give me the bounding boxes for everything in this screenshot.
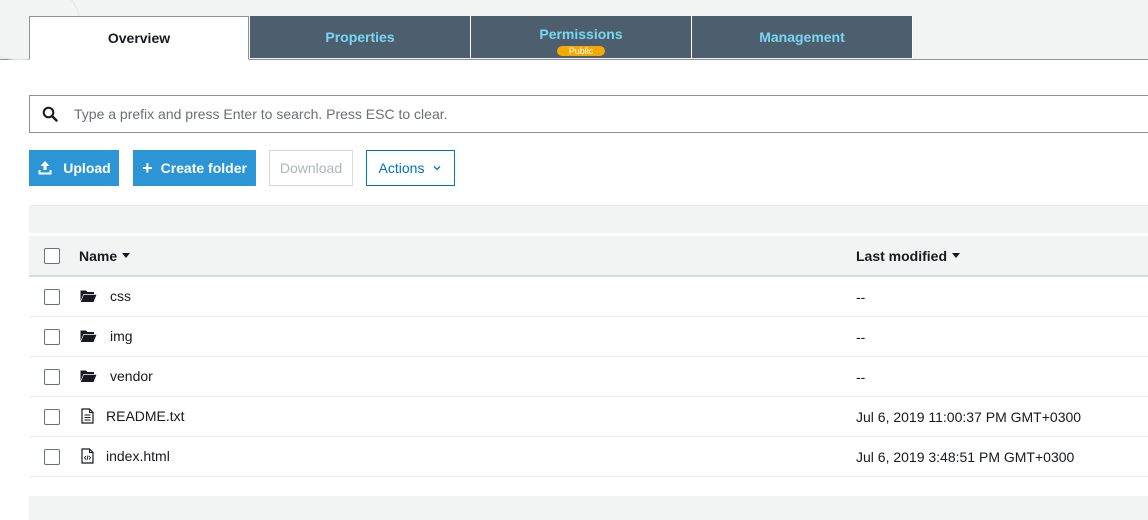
folder-icon — [80, 290, 97, 302]
last-modified-value: -- — [856, 369, 866, 385]
tab-management[interactable]: Management — [692, 16, 913, 58]
tab-management-label: Management — [759, 29, 845, 45]
row-checkbox[interactable] — [44, 409, 60, 425]
code-file-icon — [81, 448, 94, 464]
actions-label: Actions — [378, 160, 425, 176]
text-file-icon — [81, 408, 94, 424]
select-all-checkbox[interactable] — [44, 248, 60, 264]
search-input[interactable] — [74, 106, 1148, 122]
row-checkbox[interactable] — [44, 449, 60, 465]
sort-caret-icon — [122, 253, 131, 258]
objects-table: Name Last modified css -- img -- vendor … — [29, 236, 1148, 477]
last-modified-value: Jul 6, 2019 3:48:51 PM GMT+0300 — [856, 449, 1075, 465]
table-header: Name Last modified — [29, 236, 1148, 277]
download-label: Download — [279, 160, 343, 176]
table-row: css -- — [29, 277, 1148, 317]
row-checkbox[interactable] — [44, 369, 60, 385]
row-checkbox[interactable] — [44, 289, 60, 305]
tab-overview-label: Overview — [107, 30, 171, 46]
last-modified-value: -- — [856, 329, 866, 345]
tab-permissions[interactable]: Permissions Public — [471, 16, 692, 58]
column-header-name[interactable]: Name — [79, 236, 131, 275]
file-name-link[interactable]: css — [110, 288, 131, 304]
create-folder-button[interactable]: + Create folder — [133, 150, 256, 186]
file-name-link[interactable]: README.txt — [106, 408, 185, 424]
table-row: img -- — [29, 317, 1148, 357]
table-header-band — [29, 205, 1148, 233]
upload-label: Upload — [63, 160, 111, 176]
download-button[interactable]: Download — [269, 150, 353, 186]
search-icon — [42, 106, 58, 122]
file-name-link[interactable]: img — [110, 328, 133, 344]
table-footer-band — [29, 496, 1148, 520]
folder-icon — [80, 370, 97, 382]
plus-icon: + — [142, 158, 153, 178]
row-checkbox[interactable] — [44, 329, 60, 345]
upload-button[interactable]: Upload — [29, 150, 119, 186]
table-row: README.txt Jul 6, 2019 11:00:37 PM GMT+0… — [29, 397, 1148, 437]
upload-icon — [38, 161, 52, 175]
table-row: vendor -- — [29, 357, 1148, 397]
table-row: index.html Jul 6, 2019 3:48:51 PM GMT+03… — [29, 437, 1148, 477]
last-modified-value: Jul 6, 2019 11:00:37 PM GMT+0300 — [856, 409, 1082, 425]
tab-permissions-label: Permissions — [539, 26, 623, 42]
last-modified-value: -- — [856, 289, 866, 305]
folder-icon — [80, 330, 97, 342]
sort-caret-icon — [952, 253, 961, 258]
tab-bar: Overview Properties Permissions Public M… — [29, 16, 913, 60]
file-name-link[interactable]: index.html — [106, 448, 170, 464]
column-header-last-modified[interactable]: Last modified — [856, 236, 961, 275]
public-badge: Public — [557, 46, 605, 56]
tab-properties-label: Properties — [325, 29, 395, 45]
tab-overview[interactable]: Overview — [29, 16, 249, 60]
create-folder-label: Create folder — [160, 160, 247, 176]
column-name-label: Name — [79, 247, 118, 264]
column-last-modified-label: Last modified — [856, 247, 948, 264]
actions-dropdown[interactable]: Actions — [366, 150, 455, 186]
file-name-link[interactable]: vendor — [110, 368, 153, 384]
chevron-down-icon — [433, 166, 441, 171]
search-bar — [29, 95, 1148, 133]
tab-properties[interactable]: Properties — [250, 16, 471, 58]
